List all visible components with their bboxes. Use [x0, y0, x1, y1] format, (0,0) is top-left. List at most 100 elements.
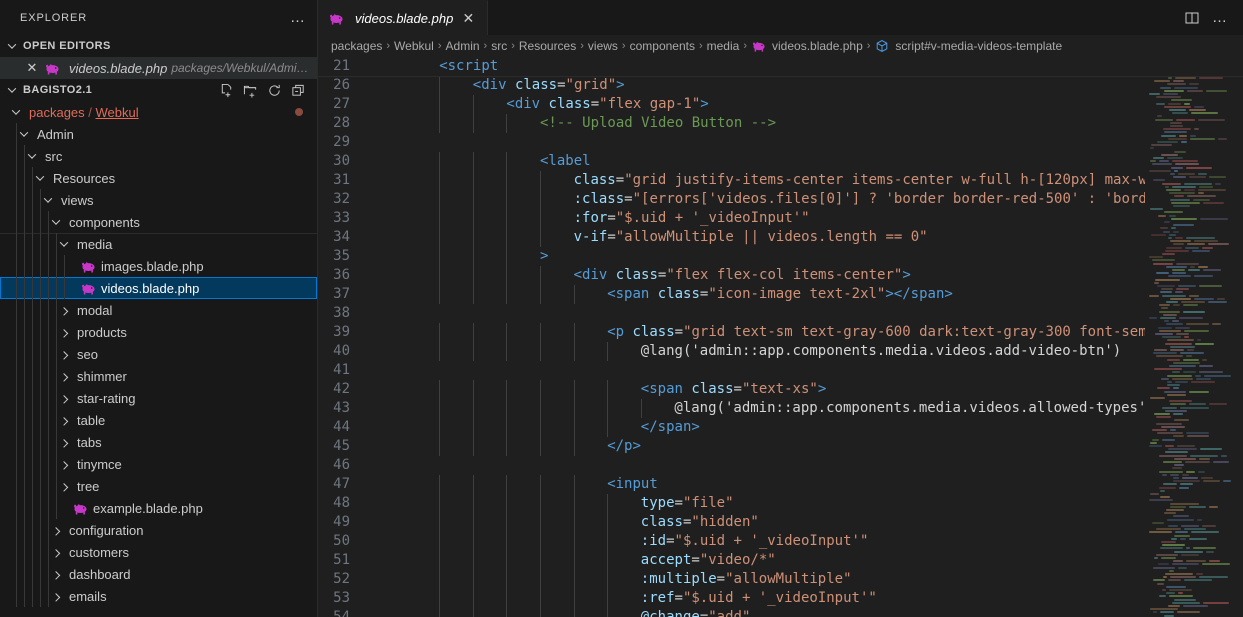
sticky-scroll-line[interactable]: 21 <script — [318, 57, 1243, 76]
code-line[interactable]: 51 accept="video/*" — [318, 551, 1243, 570]
tree-folder-components[interactable]: components — [0, 211, 317, 233]
chevron-right-icon[interactable] — [56, 329, 72, 335]
breadcrumb-item-admin[interactable]: Admin — [446, 39, 480, 53]
tree-folder-products[interactable]: products — [0, 321, 317, 343]
code-line[interactable]: 33:for="$.uid + '_videoInput'" — [318, 209, 1243, 228]
tree-folder-packages[interactable]: packages / Webkul — [0, 101, 317, 123]
code-line[interactable]: 41 — [318, 361, 1243, 380]
more-actions-icon[interactable]: … — [1207, 5, 1233, 31]
vertical-scrollbar[interactable] — [1233, 57, 1243, 617]
code-lines[interactable]: 26 <div class="grid"> 27 <div class="flex g… — [318, 76, 1243, 617]
code-line[interactable]: 49 class="hidden" — [318, 513, 1243, 532]
tree-folder-seo[interactable]: seo — [0, 343, 317, 365]
new-file-icon[interactable] — [215, 79, 237, 101]
code-line[interactable]: 52:multiple="allowMultiple" — [318, 570, 1243, 589]
code-line[interactable]: 34 v-if="allowMultiple || videos.length =… — [318, 228, 1243, 247]
tree-file-videos-blade-php[interactable]: videos.blade.php — [0, 277, 317, 299]
code-line[interactable]: 44 </span> — [318, 418, 1243, 437]
chevron-right-icon[interactable] — [56, 351, 72, 357]
chevron-down-icon[interactable] — [8, 109, 24, 115]
tree-folder-media[interactable]: media — [0, 233, 317, 255]
code-editor[interactable]: 21 <script 26 <div class="grid"> 27 <div cl… — [318, 57, 1243, 617]
close-icon[interactable]: ✕ — [459, 9, 477, 27]
split-editor-icon[interactable] — [1179, 5, 1205, 31]
code-line[interactable]: 32:class="[errors['videos.files[0]'] ? '… — [318, 190, 1243, 209]
open-editors-section-header[interactable]: OPEN EDITORS — [0, 35, 317, 57]
file-tree[interactable]: packages / Webkul Admin src Resources views c… — [0, 101, 317, 617]
explorer-more-actions-icon[interactable]: … — [287, 7, 309, 29]
chevron-right-icon[interactable] — [48, 549, 64, 555]
tree-folder-dashboard[interactable]: dashboard — [0, 563, 317, 585]
breadcrumb-item-videos-blade-php[interactable]: videos.blade.php — [751, 39, 863, 53]
code-line[interactable]: 50:id="$.uid + '_videoInput'" — [318, 532, 1243, 551]
chevron-right-icon[interactable] — [56, 483, 72, 489]
code-line[interactable]: 54 @change="add" — [318, 608, 1243, 617]
chevron-down-icon[interactable] — [48, 219, 64, 225]
tree-folder-views[interactable]: views — [0, 189, 317, 211]
code-line[interactable]: 40 @lang('admin::app.components.media.vid… — [318, 342, 1243, 361]
breadcrumb-item-components[interactable]: components — [630, 39, 695, 53]
code-line[interactable]: 48 type="file" — [318, 494, 1243, 513]
chevron-down-icon[interactable] — [32, 175, 48, 181]
chevron-right-icon[interactable] — [56, 439, 72, 445]
code-line[interactable]: 27 <div class="flex gap-1"> — [318, 95, 1243, 114]
code-line[interactable]: 38 — [318, 304, 1243, 323]
chevron-down-icon[interactable] — [16, 131, 32, 137]
chevron-right-icon[interactable] — [48, 571, 64, 577]
tree-folder-customers[interactable]: customers — [0, 541, 317, 563]
tree-folder-tabs[interactable]: tabs — [0, 431, 317, 453]
code-line[interactable]: 46 — [318, 456, 1243, 475]
tree-folder-configuration[interactable]: configuration — [0, 519, 317, 541]
collapse-all-icon[interactable] — [287, 79, 309, 101]
tab-videos-blade-php[interactable]: videos.blade.php ✕ — [318, 0, 489, 35]
breadcrumb-item-script-v-media-videos-template[interactable]: script#v-media-videos-template — [874, 39, 1062, 53]
new-folder-icon[interactable] — [239, 79, 261, 101]
code-line[interactable]: 35 > — [318, 247, 1243, 266]
chevron-right-icon[interactable] — [56, 417, 72, 423]
code-line[interactable]: 37 <span class="icon-image text-2xl"></sp… — [318, 285, 1243, 304]
chevron-right-icon[interactable] — [56, 307, 72, 313]
code-line[interactable]: 26 <div class="grid"> — [318, 76, 1243, 95]
tree-folder-star-rating[interactable]: star-rating — [0, 387, 317, 409]
breadcrumb-item-packages[interactable]: packages — [331, 39, 382, 53]
chevron-right-icon[interactable] — [56, 395, 72, 401]
tree-folder-shimmer[interactable]: shimmer — [0, 365, 317, 387]
tree-file-example-blade-php[interactable]: example.blade.php — [0, 497, 317, 519]
tree-folder-admin[interactable]: Admin — [0, 123, 317, 145]
tree-file-images-blade-php[interactable]: images.blade.php — [0, 255, 317, 277]
tree-folder-resources[interactable]: Resources — [0, 167, 317, 189]
code-line[interactable]: 43 @lang('admin::app.components.media.vid… — [318, 399, 1243, 418]
open-editor-item-videos[interactable]: ✕ videos.blade.php packages/Webkul/Admin… — [0, 57, 317, 79]
code-line[interactable]: 28 <!-- Upload Video Button --> — [318, 114, 1243, 133]
close-icon[interactable]: ✕ — [24, 60, 40, 76]
code-line[interactable]: 31 class="grid justify-items-center items… — [318, 171, 1243, 190]
breadcrumb-item-views[interactable]: views — [588, 39, 618, 53]
tree-folder-table[interactable]: table — [0, 409, 317, 431]
code-line[interactable]: 42 <span class="text-xs"> — [318, 380, 1243, 399]
chevron-right-icon[interactable] — [56, 373, 72, 379]
breadcrumb-item-src[interactable]: src — [491, 39, 507, 53]
code-line[interactable]: 36 <div class="flex flex-col items-center… — [318, 266, 1243, 285]
code-line[interactable]: 39 <p class="grid text-sm text-gray-600 d… — [318, 323, 1243, 342]
refresh-icon[interactable] — [263, 79, 285, 101]
tree-folder-tree[interactable]: tree — [0, 475, 317, 497]
chevron-right-icon[interactable] — [48, 593, 64, 599]
chevron-down-icon[interactable] — [24, 153, 40, 159]
chevron-right-icon[interactable] — [48, 527, 64, 533]
code-line[interactable]: 29 — [318, 133, 1243, 152]
breadcrumb-item-media[interactable]: media — [707, 39, 740, 53]
chevron-right-icon[interactable] — [56, 461, 72, 467]
workspace-section-header[interactable]: BAGISTO2.1 — [0, 79, 317, 101]
breadcrumb-item-webkul[interactable]: Webkul — [394, 39, 434, 53]
breadcrumb-item-resources[interactable]: Resources — [519, 39, 576, 53]
code-line[interactable]: 30 <label — [318, 152, 1243, 171]
tree-folder-tinymce[interactable]: tinymce — [0, 453, 317, 475]
chevron-down-icon[interactable] — [40, 197, 56, 203]
minimap[interactable] — [1145, 57, 1233, 617]
tree-folder-src[interactable]: src — [0, 145, 317, 167]
chevron-down-icon[interactable] — [56, 241, 72, 247]
tree-folder-emails[interactable]: emails — [0, 585, 317, 607]
code-line[interactable]: 47 <input — [318, 475, 1243, 494]
code-line[interactable]: 53:ref="$.uid + '_videoInput'" — [318, 589, 1243, 608]
tree-folder-modal[interactable]: modal — [0, 299, 317, 321]
